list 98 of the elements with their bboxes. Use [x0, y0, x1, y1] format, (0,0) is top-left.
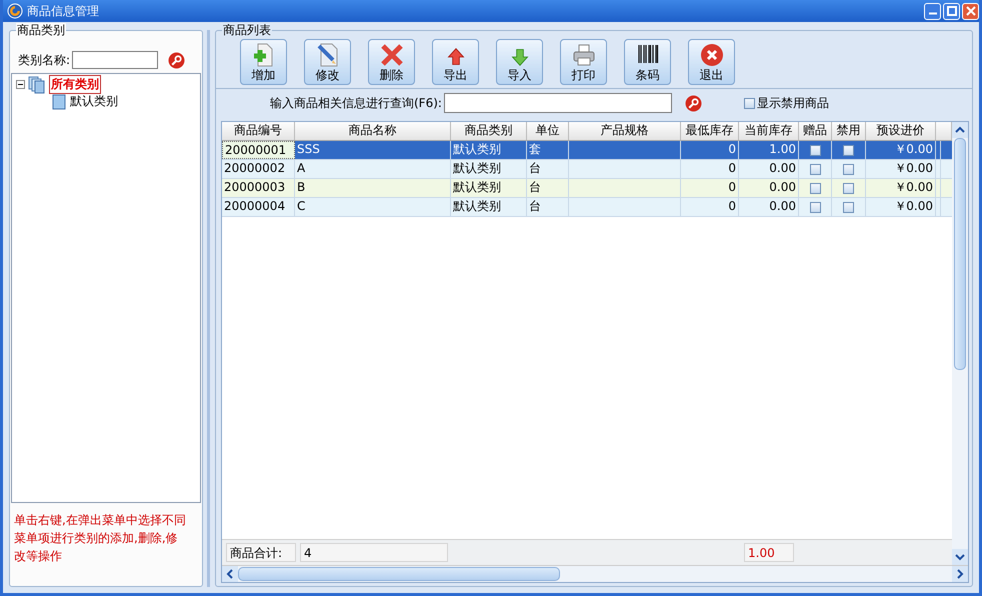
tree-item[interactable]: 默认类别	[69, 93, 119, 110]
cross-icon	[380, 43, 404, 67]
checkbox[interactable]	[843, 202, 854, 212]
column-header[interactable]: 商品编号	[222, 122, 295, 140]
scroll-right-icon[interactable]	[952, 566, 968, 582]
edit-button[interactable]: 修改	[304, 39, 351, 85]
document-icon	[52, 94, 66, 110]
app-icon	[7, 3, 23, 19]
table-cell: 默认类别	[451, 141, 527, 159]
column-header[interactable]: 单位	[527, 122, 569, 140]
table-cell: ￥0.00	[866, 198, 936, 216]
column-header[interactable]: 禁用	[832, 122, 866, 140]
close-button[interactable]	[962, 2, 979, 20]
table-cell: 0	[681, 141, 739, 159]
close-circle-icon	[700, 43, 724, 67]
collapse-toggle[interactable]	[16, 80, 25, 89]
column-header[interactable]: 最低库存	[681, 122, 739, 140]
checkbox[interactable]	[843, 164, 854, 174]
hint-text: 单击右键,在弹出菜单中选择不同菜单项进行类别的添加,删除,修改等操作	[13, 512, 187, 565]
table-cell: 0.00	[739, 198, 799, 216]
table-cell: A	[295, 160, 451, 178]
table-cell: 0	[681, 198, 739, 216]
search-icon[interactable]	[684, 94, 702, 112]
checkbox[interactable]	[810, 144, 820, 156]
scroll-down-icon[interactable]	[952, 549, 968, 565]
export-button[interactable]: 导出	[432, 39, 479, 85]
document-plus-icon	[252, 43, 276, 67]
table-cell: 默认类别	[451, 198, 527, 216]
print-button[interactable]: 打印	[560, 39, 607, 85]
checkbox-label[interactable]: 显示禁用商品	[756, 94, 829, 112]
table-cell: SSS	[295, 141, 451, 159]
search-label: 输入商品相关信息进行查询(F6):	[270, 94, 442, 112]
horizontal-scrollbar[interactable]	[222, 565, 968, 582]
printer-icon	[572, 43, 596, 67]
delete-button[interactable]: 删除	[368, 39, 415, 85]
add-button[interactable]: 增加	[240, 39, 287, 85]
exit-button[interactable]: 退出	[688, 39, 735, 85]
vertical-scrollbar[interactable]	[952, 122, 968, 565]
table-cell: ￥0.00	[866, 141, 936, 159]
checkbox[interactable]	[843, 144, 854, 156]
scroll-left-icon[interactable]	[222, 566, 238, 582]
checkbox[interactable]	[843, 182, 854, 194]
scroll-up-icon[interactable]	[952, 122, 968, 138]
table-cell: C	[295, 198, 451, 216]
barcode-button[interactable]: 条码	[624, 39, 671, 85]
table-cell: 0	[681, 179, 739, 197]
table-row[interactable]: 20000003 B 默认类别 台 0 0.00 ￥0.00	[222, 179, 952, 198]
table-row[interactable]: 20000002 A 默认类别 台 0 0.00 ￥0.00	[222, 160, 952, 179]
summary-count: 4	[300, 542, 448, 562]
table-cell: 20000004	[222, 198, 295, 216]
table-cell: 20000001	[222, 141, 295, 159]
table-cell: 台	[527, 179, 569, 197]
window-title: 商品信息管理	[27, 2, 99, 20]
checkbox[interactable]	[810, 202, 820, 212]
checkbox[interactable]	[810, 182, 820, 194]
table-cell: 套	[527, 141, 569, 159]
checkbox[interactable]	[810, 164, 820, 174]
table-cell: B	[295, 179, 451, 197]
column-header[interactable]: 产品规格	[569, 122, 681, 140]
column-header[interactable]: 预设进价	[866, 122, 936, 140]
table-cell: 0	[681, 160, 739, 178]
panel-title: 商品列表	[222, 23, 272, 37]
tree-item[interactable]: 所有类别	[49, 75, 101, 94]
summary-stock-total: 1.00	[744, 542, 794, 562]
search-icon[interactable]	[168, 52, 186, 68]
maximize-button[interactable]	[943, 2, 960, 20]
table-cell: 20000002	[222, 160, 295, 178]
folder-stack-icon	[28, 76, 46, 94]
summary-label: 商品合计:	[226, 542, 296, 562]
table-row[interactable]: 20000001 SSS 默认类别 套 0 1.00 ￥0.00	[222, 141, 952, 160]
category-name-field[interactable]	[72, 51, 158, 69]
maximize-icon	[946, 6, 956, 16]
arrow-down-icon	[510, 47, 530, 67]
close-icon	[966, 6, 976, 16]
table-cell: ￥0.00	[866, 179, 936, 197]
table-cell: 1.00	[739, 141, 799, 159]
table-cell: 台	[527, 198, 569, 216]
column-header[interactable]: 商品类别	[451, 122, 527, 140]
table-cell: 20000003	[222, 179, 295, 197]
checkbox[interactable]	[744, 98, 755, 108]
arrow-up-icon	[446, 47, 466, 67]
column-header[interactable]: 商品名称	[295, 122, 451, 140]
search-field[interactable]	[444, 93, 672, 113]
pencil-icon	[316, 43, 340, 67]
table-cell: 0.00	[739, 160, 799, 178]
panel-title: 商品类别	[16, 23, 66, 37]
minimize-button[interactable]	[924, 2, 941, 20]
import-button[interactable]: 导入	[496, 39, 543, 85]
category-name-label: 类别名称:	[18, 52, 70, 68]
table-cell: 默认类别	[451, 179, 527, 197]
table-row[interactable]: 20000004 C 默认类别 台 0 0.00 ￥0.00	[222, 198, 952, 217]
table-cell: 默认类别	[451, 160, 527, 178]
column-header[interactable]: 赠品	[799, 122, 832, 140]
minimize-icon	[928, 12, 936, 15]
table-cell: 台	[527, 160, 569, 178]
table-cell: 0.00	[739, 179, 799, 197]
column-header[interactable]: 当前库存	[739, 122, 799, 140]
table-cell: ￥0.00	[866, 160, 936, 178]
